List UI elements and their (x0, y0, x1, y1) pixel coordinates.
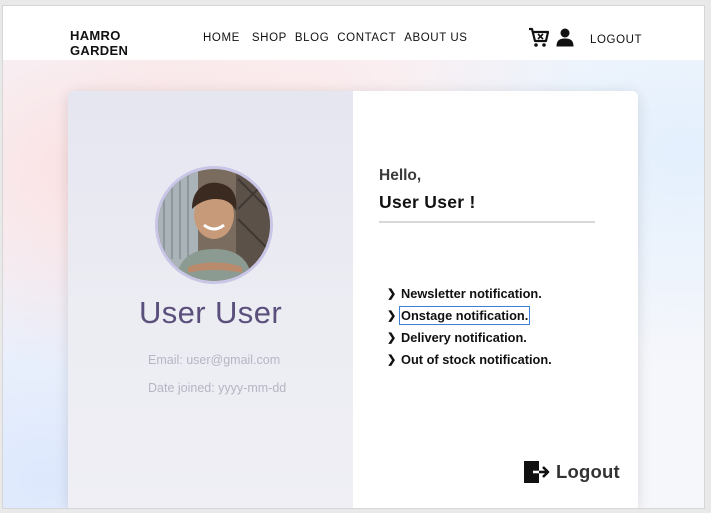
profile-card: User User Email: user@gmail.com Date joi… (68, 91, 638, 508)
brand-logo[interactable]: HAMRO GARDEN (70, 28, 128, 58)
logout-button[interactable]: Logout (523, 460, 620, 484)
cart-icon[interactable] (528, 26, 550, 48)
nav-about-link[interactable]: ABOUT US (404, 32, 467, 44)
chevron-right-icon: ❯ (387, 287, 397, 300)
nav-blog-link[interactable]: BLOG (295, 32, 329, 44)
divider (379, 221, 595, 223)
nav-links: HOME SHOP BLOG CONTACT ABOUT US (203, 32, 476, 44)
greeting-username: User User ! (379, 192, 476, 212)
notification-item-onstage[interactable]: ❯ Onstage notification. (387, 304, 552, 326)
notification-label: Out of stock notification. (401, 351, 552, 367)
notification-label: Onstage notification. (398, 305, 531, 325)
nav-logout-link[interactable]: LOGOUT (590, 34, 642, 46)
profile-panel: User User Email: user@gmail.com Date joi… (68, 91, 353, 508)
notification-label: Newsletter notification. (401, 285, 542, 301)
notification-label: Delivery notification. (401, 329, 527, 345)
avatar-photo (158, 169, 270, 281)
profile-email: Email: user@gmail.com (148, 353, 281, 367)
chevron-right-icon: ❯ (387, 353, 397, 366)
nav-shop-link[interactable]: SHOP (252, 32, 287, 44)
notification-item-newsletter[interactable]: ❯ Newsletter notification. (387, 282, 552, 304)
navbar: HAMRO GARDEN HOME SHOP BLOG CONTACT ABOU… (3, 6, 704, 60)
notifications-panel: Hello, User User ! ❯ Newsletter notifica… (353, 91, 638, 508)
notification-item-delivery[interactable]: ❯ Delivery notification. (387, 326, 552, 348)
logout-icon (524, 461, 550, 483)
greeting-hello: Hello, (379, 167, 422, 184)
browser-page: HAMRO GARDEN HOME SHOP BLOG CONTACT ABOU… (3, 6, 704, 508)
notification-item-out-of-stock[interactable]: ❯ Out of stock notification. (387, 348, 552, 370)
profile-date-joined: Date joined: yyyy-mm-dd (148, 381, 287, 395)
brand-line-2: GARDEN (70, 43, 129, 58)
notification-list: ❯ Newsletter notification. ❯ Onstage not… (387, 282, 552, 370)
chevron-right-icon: ❯ (387, 331, 397, 344)
logout-button-label: Logout (556, 461, 620, 482)
brand-line-1: HAMRO (70, 28, 121, 43)
nav-home-link[interactable]: HOME (203, 32, 240, 44)
user-icon[interactable] (556, 28, 574, 47)
avatar (155, 166, 273, 284)
profile-name: User User (138, 295, 283, 330)
nav-contact-link[interactable]: CONTACT (337, 32, 396, 44)
chevron-right-icon: ❯ (387, 309, 397, 322)
